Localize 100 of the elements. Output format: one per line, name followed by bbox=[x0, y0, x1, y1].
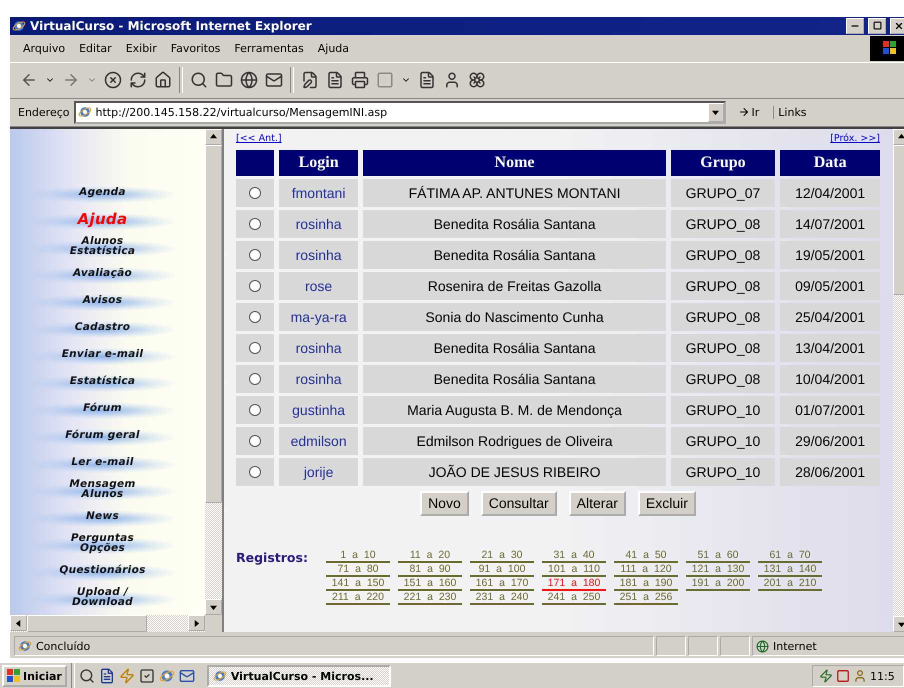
maximize-button[interactable] bbox=[868, 18, 886, 34]
page-link[interactable]: 221 a 230 bbox=[398, 592, 462, 605]
table-cell: GRUPO_08 bbox=[670, 302, 776, 331]
table-cell: rose bbox=[278, 272, 358, 300]
browser-icon bbox=[158, 668, 175, 684]
page-link[interactable]: 71 a 80 bbox=[326, 564, 390, 577]
table-cell: 12/04/2001 bbox=[780, 178, 880, 207]
page-link[interactable]: 1 a 10 bbox=[326, 550, 390, 563]
radio-button[interactable] bbox=[248, 280, 261, 292]
clock: 11:5 bbox=[870, 670, 895, 682]
previous-link[interactable]: [<< Ant.] bbox=[236, 132, 282, 144]
minimize-button[interactable] bbox=[846, 18, 864, 34]
caret-icon bbox=[712, 108, 719, 116]
page-link[interactable]: 161 a 170 bbox=[470, 578, 534, 591]
page-link[interactable]: 121 a 130 bbox=[686, 564, 750, 577]
page-link[interactable]: 41 a 50 bbox=[614, 550, 678, 563]
print-icon[interactable] bbox=[351, 71, 369, 90]
tray-icon[interactable] bbox=[853, 669, 867, 683]
start-button[interactable]: Iniciar bbox=[2, 665, 67, 687]
stop-icon[interactable] bbox=[104, 71, 122, 90]
tray-icon[interactable] bbox=[819, 669, 833, 683]
radio-button[interactable] bbox=[248, 466, 261, 478]
notes-icon[interactable] bbox=[418, 71, 436, 90]
column-header: Nome bbox=[363, 150, 666, 176]
down-arrow-icon bbox=[210, 604, 217, 611]
page-link[interactable]: 201 a 210 bbox=[758, 578, 822, 591]
page-link[interactable]: 141 a 150 bbox=[326, 578, 390, 591]
mail-icon[interactable] bbox=[265, 71, 283, 90]
table-cell: rosinha bbox=[278, 240, 358, 269]
menu-item[interactable]: Exibir bbox=[118, 42, 164, 55]
page-link[interactable]: 61 a 70 bbox=[758, 550, 822, 563]
page-link[interactable]: 91 a 100 bbox=[470, 564, 534, 577]
page-link[interactable]: 101 a 110 bbox=[542, 564, 606, 577]
mail-icon[interactable] bbox=[178, 668, 195, 684]
globe-icon[interactable] bbox=[240, 71, 258, 90]
page-link[interactable]: 11 a 20 bbox=[398, 550, 462, 563]
checklist-icon[interactable] bbox=[138, 668, 155, 684]
table-cell: Maria Augusta B. M. de Mendonça bbox=[363, 396, 666, 424]
page-link[interactable]: 191 a 200 bbox=[686, 578, 750, 591]
radio-button[interactable] bbox=[248, 404, 261, 416]
table-cell: 25/04/2001 bbox=[780, 302, 880, 331]
search-icon[interactable] bbox=[190, 71, 208, 90]
windows-logo-icon bbox=[883, 41, 897, 56]
document-icon[interactable] bbox=[326, 71, 344, 90]
page-link[interactable]: 81 a 90 bbox=[398, 564, 462, 577]
page-link[interactable]: 31 a 40 bbox=[542, 550, 606, 563]
radio-button[interactable] bbox=[248, 218, 261, 230]
document-icon[interactable] bbox=[98, 668, 115, 684]
tray-icon[interactable] bbox=[836, 669, 850, 683]
refresh-icon[interactable] bbox=[129, 71, 147, 90]
table-cell: fmontani bbox=[278, 178, 358, 207]
menu-item[interactable]: Editar bbox=[72, 42, 119, 55]
column-header: Data bbox=[780, 150, 880, 176]
search-icon[interactable] bbox=[78, 668, 95, 684]
radio-button[interactable] bbox=[248, 310, 261, 323]
page-link[interactable]: 231 a 240 bbox=[470, 592, 534, 605]
taskbar-button[interactable]: VirtualCurso - Micros... bbox=[206, 665, 391, 687]
browser-icon bbox=[78, 105, 92, 120]
scrollbar[interactable] bbox=[205, 128, 222, 616]
page-link[interactable]: 51 a 60 bbox=[686, 550, 750, 563]
address-field[interactable]: http://200.145.158.22/virtualcurso/MensagemINI.asp bbox=[74, 100, 726, 124]
radio-button[interactable] bbox=[248, 342, 261, 354]
home-icon[interactable] bbox=[154, 71, 172, 90]
action-button[interactable]: Alterar bbox=[568, 490, 626, 516]
table-cell: 01/07/2001 bbox=[780, 396, 880, 424]
page-link[interactable]: 111 a 120 bbox=[614, 564, 678, 577]
action-button[interactable]: Excluir bbox=[638, 490, 696, 516]
flower-icon[interactable] bbox=[468, 71, 486, 90]
page-link[interactable]: 181 a 190 bbox=[614, 578, 678, 591]
status-pane bbox=[656, 636, 686, 656]
menu-item[interactable]: Ajuda bbox=[310, 42, 356, 55]
links-label[interactable]: Links bbox=[778, 106, 807, 119]
page-link[interactable]: 211 a 220 bbox=[326, 592, 390, 605]
folder-icon[interactable] bbox=[215, 71, 233, 90]
page-link[interactable]: 251 a 256 bbox=[614, 592, 678, 605]
action-button[interactable]: Novo bbox=[420, 490, 469, 516]
page-link[interactable]: 241 a 250 bbox=[542, 592, 606, 605]
action-button[interactable]: Consultar bbox=[480, 490, 557, 516]
menu-item[interactable]: Ferramentas bbox=[227, 42, 311, 55]
menu-item[interactable]: Arquivo bbox=[16, 42, 72, 55]
user-icon[interactable] bbox=[443, 71, 461, 90]
table-cell: 13/04/2001 bbox=[780, 334, 880, 362]
browser-icon bbox=[12, 18, 26, 33]
table-cell: 29/06/2001 bbox=[780, 426, 880, 455]
go-button[interactable]: Ir bbox=[730, 106, 774, 119]
page-link[interactable]: 21 a 30 bbox=[470, 550, 534, 563]
menu-item[interactable]: Favoritos bbox=[164, 42, 228, 55]
radio-button[interactable] bbox=[248, 186, 261, 199]
dropdown-button[interactable] bbox=[708, 102, 724, 122]
page-link[interactable]: 151 a 160 bbox=[398, 578, 462, 591]
page-link[interactable]: 131 a 140 bbox=[758, 564, 822, 577]
close-button[interactable] bbox=[890, 18, 904, 34]
scrollbar[interactable] bbox=[10, 615, 222, 632]
radio-button[interactable] bbox=[248, 248, 261, 261]
next-link[interactable]: [Próx. >>] bbox=[830, 132, 880, 144]
radio-button[interactable] bbox=[248, 434, 261, 447]
windows-logo-icon bbox=[7, 669, 21, 683]
table-cell: edmilson bbox=[278, 426, 358, 455]
edit-icon[interactable] bbox=[301, 71, 319, 90]
radio-button[interactable] bbox=[248, 372, 261, 385]
